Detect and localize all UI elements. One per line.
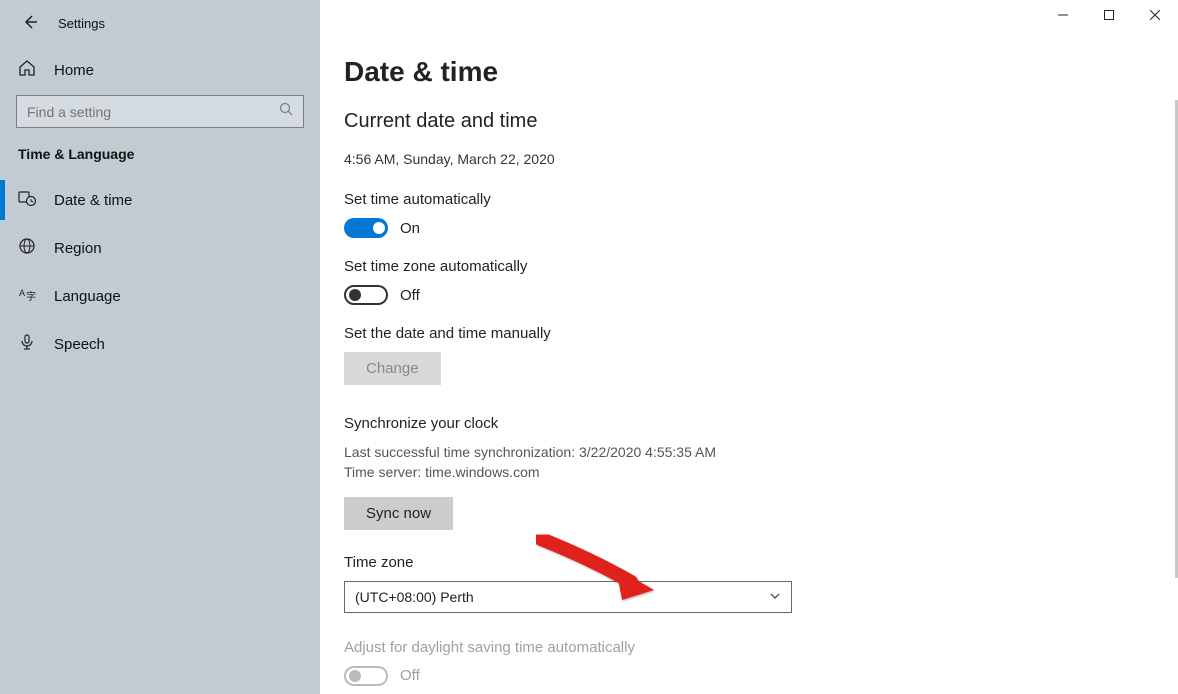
sync-heading: Synchronize your clock (344, 415, 904, 432)
sync-server: Time server: time.windows.com (344, 462, 904, 482)
sidebar-item-label: Speech (54, 336, 105, 353)
search-input[interactable] (27, 104, 253, 120)
sidebar-item-speech[interactable]: Speech (0, 320, 320, 368)
dst-state: Off (400, 667, 420, 684)
sidebar-home[interactable]: Home (0, 45, 320, 95)
microphone-icon (18, 333, 36, 355)
search-icon (279, 102, 293, 121)
page-title: Date & time (344, 56, 904, 88)
globe-icon (18, 237, 36, 259)
manual-label: Set the date and time manually (344, 325, 904, 342)
language-icon: A字 (18, 285, 36, 307)
app-title: Settings (58, 16, 105, 31)
close-button[interactable] (1132, 0, 1178, 30)
timezone-value: (UTC+08:00) Perth (355, 589, 474, 605)
sidebar-item-region[interactable]: Region (0, 224, 320, 272)
home-label: Home (54, 62, 94, 79)
dst-label: Adjust for daylight saving time automati… (344, 639, 904, 656)
set-zone-auto-toggle[interactable] (344, 285, 388, 305)
sidebar-item-date-time[interactable]: Date & time (0, 176, 320, 224)
set-zone-auto-state: Off (400, 287, 420, 304)
search-input-wrap[interactable] (16, 95, 304, 128)
sidebar-section-label: Time & Language (0, 146, 320, 176)
chevron-down-icon (769, 589, 781, 605)
set-time-auto-state: On (400, 220, 420, 237)
sync-last: Last successful time synchronization: 3/… (344, 442, 904, 462)
set-time-auto-toggle[interactable] (344, 218, 388, 238)
svg-text:字: 字 (26, 290, 36, 303)
svg-text:A: A (19, 288, 25, 298)
maximize-button[interactable] (1086, 0, 1132, 30)
main-panel: Date & time Current date and time 4:56 A… (320, 0, 1178, 694)
sidebar: Settings Home Time & Language (0, 0, 320, 694)
home-icon (18, 59, 36, 81)
sidebar-item-label: Date & time (54, 192, 132, 209)
clock-calendar-icon (18, 189, 36, 211)
sidebar-item-language[interactable]: A字 Language (0, 272, 320, 320)
set-time-auto-label: Set time automatically (344, 191, 904, 208)
change-button: Change (344, 352, 441, 385)
current-heading: Current date and time (344, 110, 904, 133)
sidebar-item-label: Region (54, 240, 102, 257)
back-button[interactable] (22, 14, 38, 33)
set-zone-auto-label: Set time zone automatically (344, 258, 904, 275)
dst-toggle (344, 666, 388, 686)
sync-now-button[interactable]: Sync now (344, 497, 453, 530)
window-controls (1040, 0, 1178, 30)
timezone-dropdown[interactable]: (UTC+08:00) Perth (344, 581, 792, 613)
sidebar-item-label: Language (54, 288, 121, 305)
minimize-button[interactable] (1040, 0, 1086, 30)
timezone-label: Time zone (344, 554, 904, 571)
current-datetime-value: 4:56 AM, Sunday, March 22, 2020 (344, 151, 904, 167)
